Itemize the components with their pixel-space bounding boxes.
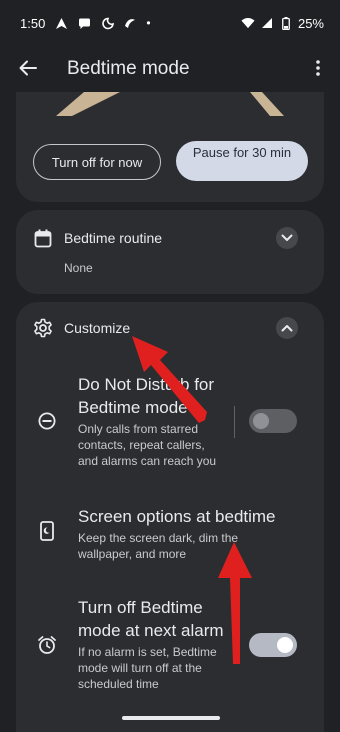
app-bar: Bedtime mode bbox=[0, 46, 340, 92]
turn-off-at-alarm-title: Turn off Bedtime mode at next alarm bbox=[78, 598, 224, 640]
home-gesture-bar[interactable] bbox=[122, 716, 220, 720]
gear-icon bbox=[32, 317, 54, 339]
phone-screen-icon bbox=[36, 520, 58, 542]
bedtime-routine-value: None bbox=[64, 261, 93, 275]
chevron-up-icon[interactable] bbox=[276, 317, 298, 339]
wifi-icon bbox=[241, 16, 255, 30]
bedtime-illustration bbox=[56, 92, 284, 116]
bedtime-notification-icon bbox=[100, 16, 114, 30]
screen-options-subtitle: Keep the screen dark, dim the wallpaper,… bbox=[78, 531, 239, 561]
signal-icon bbox=[260, 16, 274, 30]
more-vert-icon[interactable] bbox=[308, 56, 328, 80]
dnd-bedtime-title: Do Not Disturb for Bedtime mode bbox=[78, 375, 215, 417]
status-time: 1:50 bbox=[20, 15, 46, 31]
turn-off-for-now-button[interactable]: Turn off for now bbox=[33, 144, 161, 180]
page-title: Bedtime mode bbox=[67, 58, 190, 79]
bedtime-status-card: Turn off for now Pause for 30 min bbox=[16, 92, 324, 202]
battery-percent: 25% bbox=[297, 15, 324, 31]
do-not-disturb-icon bbox=[36, 410, 58, 432]
app-notification-icon bbox=[123, 16, 137, 30]
calendar-icon bbox=[32, 227, 54, 249]
bedtime-routine-card[interactable]: Bedtime routine None bbox=[16, 210, 324, 294]
customize-card: Customize Do Not Disturb for Bedtime mod… bbox=[16, 302, 324, 732]
bedtime-routine-title: Bedtime routine bbox=[64, 230, 163, 246]
customize-title: Customize bbox=[64, 320, 131, 336]
battery-icon bbox=[279, 16, 293, 30]
message-notification-icon bbox=[77, 16, 91, 30]
notification-dot: • bbox=[146, 16, 151, 30]
toggle-knob bbox=[253, 413, 269, 429]
screen-options-title: Screen options at bedtime bbox=[78, 507, 276, 526]
turn-off-at-alarm-toggle[interactable] bbox=[249, 633, 297, 657]
dnd-bedtime-subtitle: Only calls from starred contacts, repeat… bbox=[78, 422, 217, 468]
pause-30-min-button[interactable]: Pause for 30 min bbox=[176, 141, 308, 181]
divider bbox=[234, 406, 235, 438]
toggle-knob bbox=[277, 637, 293, 653]
navigation-notification-icon bbox=[54, 16, 68, 30]
chevron-down-icon[interactable] bbox=[276, 227, 298, 249]
turn-off-at-alarm-subtitle: If no alarm is set, Bedtime mode will tu… bbox=[78, 645, 217, 691]
arrow-left-icon[interactable] bbox=[16, 56, 40, 80]
status-bar: 1:50 • 25% bbox=[0, 0, 340, 46]
alarm-icon bbox=[36, 634, 58, 656]
dnd-bedtime-toggle[interactable] bbox=[249, 409, 297, 433]
